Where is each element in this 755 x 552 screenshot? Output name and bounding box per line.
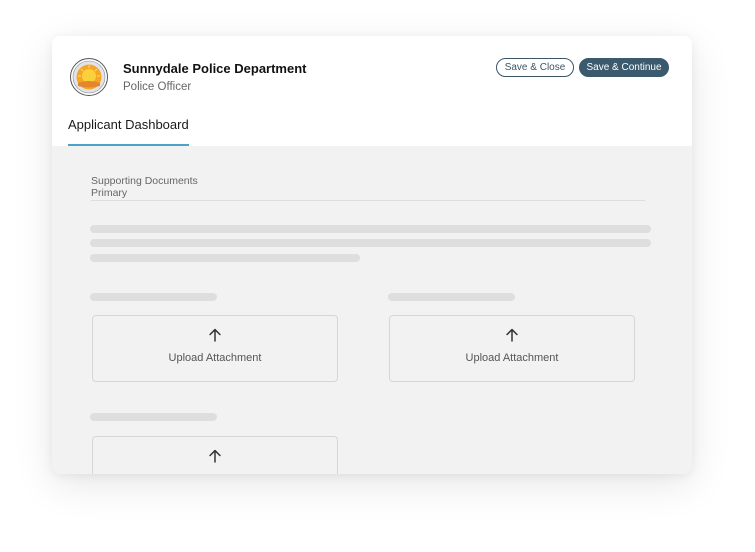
upload-label: Upload Attachment (168, 352, 262, 364)
save-close-button[interactable]: Save & Close (496, 58, 574, 77)
field-label-placeholder (90, 293, 217, 301)
tab-applicant-dashboard[interactable]: Applicant Dashboard (68, 117, 189, 132)
upload-attachment-button[interactable] (92, 436, 338, 474)
section-subtitle: Primary (91, 187, 128, 199)
upload-label: Upload Attachment (465, 352, 559, 364)
position-title: Police Officer (123, 81, 192, 93)
section-divider (91, 200, 645, 201)
section-title-main: Supporting Documents (91, 175, 198, 187)
arrow-up-icon (506, 328, 518, 342)
police-seal-logo (70, 58, 108, 96)
applicant-card: Sunnydale Police Department Police Offic… (52, 36, 692, 474)
upload-attachment-button[interactable]: Upload Attachment (92, 315, 338, 382)
field-label-placeholder (90, 413, 217, 421)
text-placeholder-line (90, 239, 651, 247)
text-placeholder-line (90, 225, 651, 233)
upload-attachment-button[interactable]: Upload Attachment (389, 315, 635, 382)
active-tab-indicator (68, 144, 189, 146)
field-label-placeholder (388, 293, 515, 301)
save-continue-button[interactable]: Save & Continue (579, 58, 669, 77)
arrow-up-icon (209, 449, 221, 463)
card-header: Sunnydale Police Department Police Offic… (52, 36, 692, 146)
section-title: Supporting Documents Primary (91, 175, 198, 199)
text-placeholder-line (90, 254, 360, 262)
department-name: Sunnydale Police Department (123, 61, 307, 76)
arrow-up-icon (209, 328, 221, 342)
